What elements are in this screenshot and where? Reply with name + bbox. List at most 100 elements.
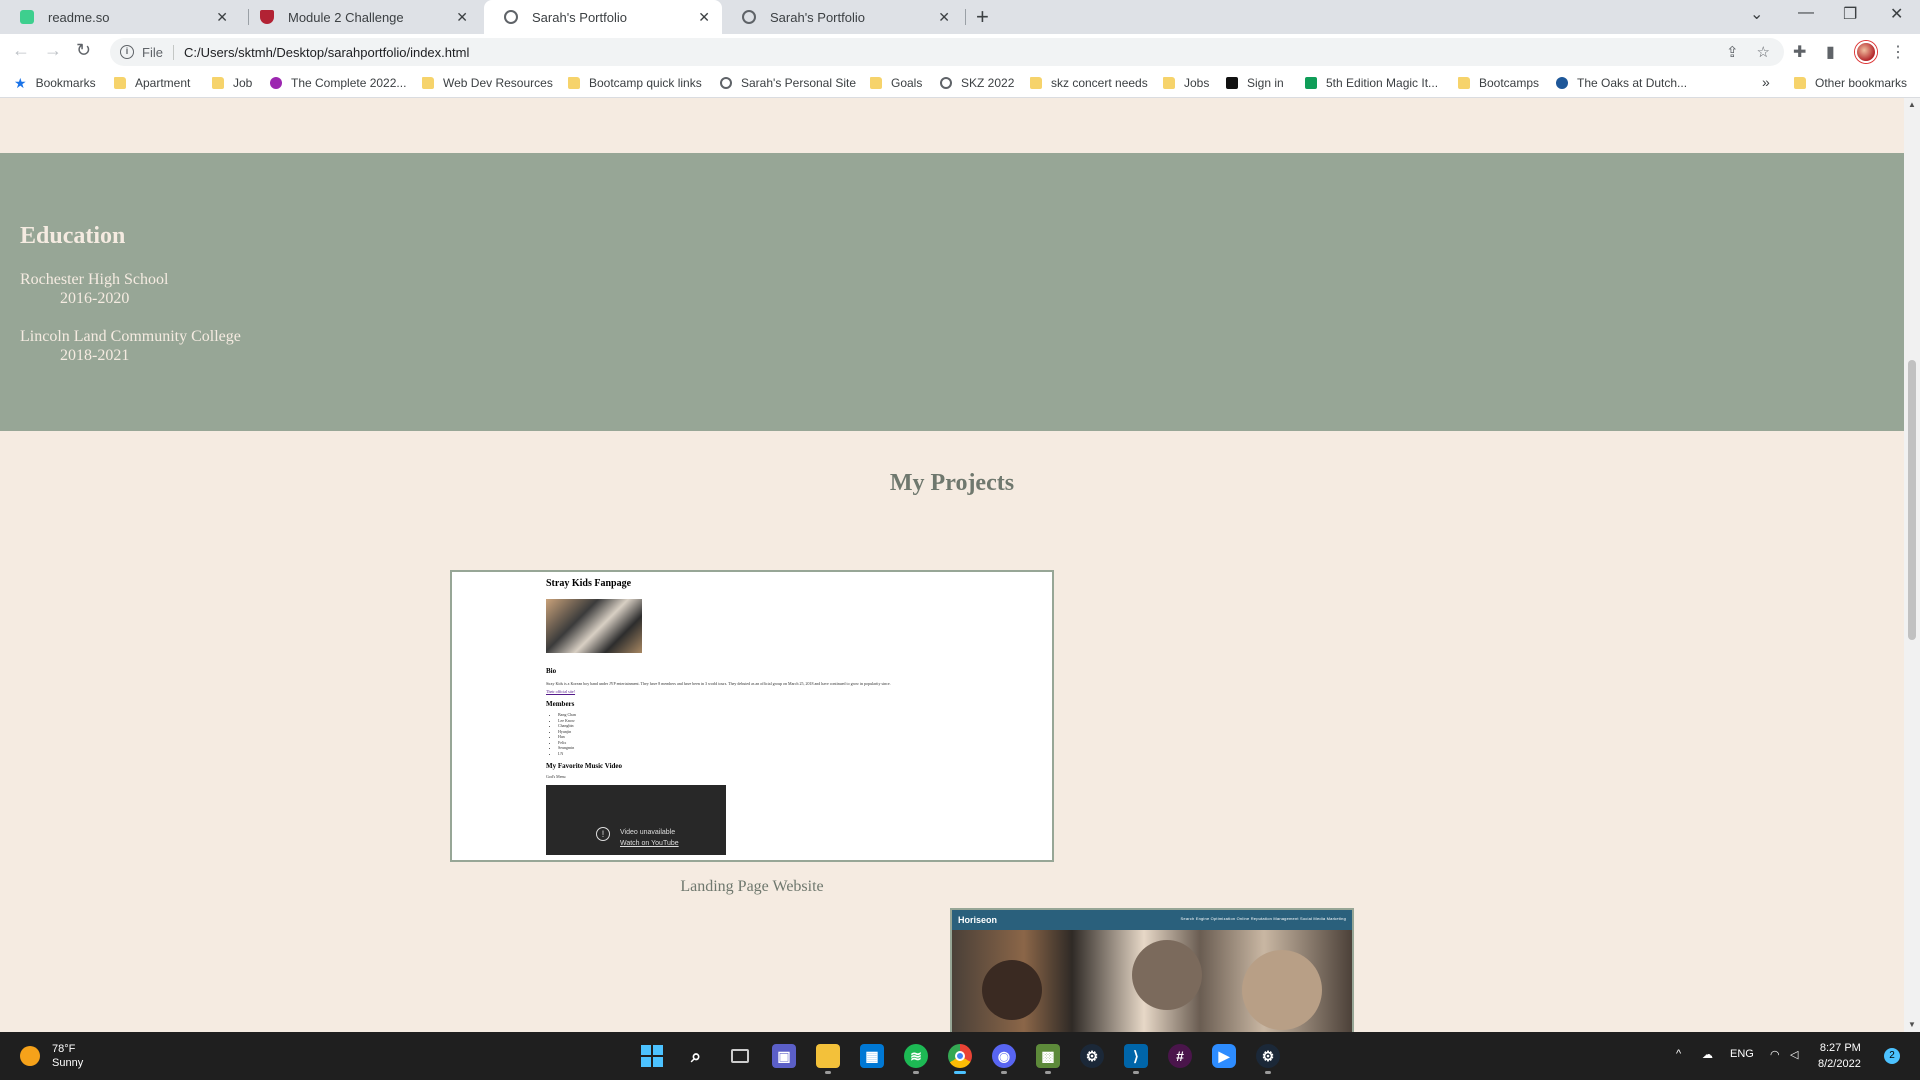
folder-icon <box>1794 77 1806 89</box>
bookmark-bootcamps[interactable]: Bootcamps <box>1458 76 1539 90</box>
folder-icon <box>568 77 580 89</box>
bookmark-other-bookmarks[interactable]: Other bookmarks <box>1794 76 1907 90</box>
search-icon[interactable]: ⌕ <box>684 1044 708 1068</box>
purple-circle-icon <box>270 77 282 89</box>
wifi-icon[interactable]: ◠ <box>1770 1048 1780 1061</box>
microsoft-store-icon[interactable]: ▦ <box>860 1044 884 1068</box>
bookmark-apartment[interactable]: Apartment <box>114 76 190 90</box>
minimize-button[interactable]: — <box>1798 4 1814 22</box>
bookmark-personal-site[interactable]: Sarah's Personal Site <box>720 76 856 90</box>
hero-person <box>1242 950 1322 1030</box>
education-section: Education Rochester High School 2016-202… <box>0 153 1904 431</box>
weather-widget[interactable]: 78°F Sunny <box>20 1042 83 1070</box>
close-icon[interactable]: ✕ <box>216 9 228 26</box>
notification-badge[interactable]: 2 <box>1884 1048 1900 1064</box>
horiseon-brand: Horiseon <box>958 915 998 925</box>
steam-icon[interactable]: ⚙ <box>1256 1044 1280 1074</box>
globe-icon <box>940 77 952 89</box>
page-viewport: Education Rochester High School 2016-202… <box>0 98 1904 1032</box>
school-entry: Rochester High School 2016-2020 <box>20 270 168 308</box>
embedded-video: ! Video unavailable Watch on YouTube <box>546 785 726 855</box>
tab-search-chevron-icon[interactable]: ⌄ <box>1750 4 1763 24</box>
close-icon[interactable]: ✕ <box>938 9 950 26</box>
extensions-puzzle-icon[interactable]: ✚ <box>1793 42 1806 62</box>
bookmark-goals[interactable]: Goals <box>870 76 922 90</box>
language-indicator[interactable]: ENG <box>1730 1048 1754 1060</box>
steam-icon[interactable]: ⚙ <box>1080 1044 1104 1068</box>
tab-title: Module 2 Challenge <box>288 9 404 25</box>
reload-icon[interactable]: ↻ <box>76 40 91 61</box>
bookmark-skz-2022[interactable]: SKZ 2022 <box>940 76 1014 90</box>
info-icon[interactable]: i <box>120 45 134 59</box>
fanpage-preview: Stray Kids Fanpage Bio Stray Kids is a K… <box>546 578 986 855</box>
hero-person <box>1132 940 1202 1010</box>
discord-icon[interactable]: ◉ <box>992 1044 1016 1074</box>
scroll-up-arrow-icon[interactable]: ▲ <box>1908 100 1916 109</box>
more-menu-icon[interactable]: ⋮ <box>1890 42 1906 62</box>
tab-sarahs-portfolio[interactable]: Sarah's Portfolio ✕ <box>722 0 962 34</box>
restore-button[interactable]: ❐ <box>1843 4 1857 24</box>
start-windows-icon[interactable] <box>640 1044 664 1068</box>
tab-module-2-challenge[interactable]: Module 2 Challenge ✕ <box>240 0 480 34</box>
share-icon[interactable]: ⇪ <box>1726 43 1739 61</box>
watch-on-youtube-text: Watch on YouTube <box>620 840 679 847</box>
bookmarks-overflow-chevron-icon[interactable]: » <box>1762 74 1770 90</box>
file-explorer-icon[interactable] <box>816 1044 840 1074</box>
close-icon[interactable]: ✕ <box>456 9 468 26</box>
slack-icon[interactable]: # <box>1168 1044 1192 1068</box>
chrome-icon[interactable] <box>948 1044 972 1074</box>
vscode-icon[interactable]: ⟩ <box>1124 1044 1148 1074</box>
onedrive-icon[interactable]: ☁ <box>1702 1048 1713 1061</box>
bookmark-job[interactable]: Job <box>212 76 252 90</box>
bookmark-label: The Complete 2022... <box>291 76 407 90</box>
project-preview-stray-kids[interactable]: Stray Kids Fanpage Bio Stray Kids is a K… <box>450 570 1054 862</box>
bookmark-web-dev-resources[interactable]: Web Dev Resources <box>422 76 553 90</box>
project-preview-horiseon[interactable]: Horiseon Search Engine Optimization Onli… <box>950 908 1354 1032</box>
profile-avatar[interactable] <box>1855 41 1877 63</box>
system-clock[interactable]: 8:27 PM 8/2/2022 <box>1818 1040 1861 1072</box>
task-view-icon[interactable] <box>728 1044 752 1068</box>
folder-icon <box>114 77 126 89</box>
tab-readme[interactable]: readme.so ✕ <box>0 0 240 34</box>
readme-favicon-icon <box>20 10 34 24</box>
preview-bio-heading: Bio <box>546 667 557 675</box>
back-arrow-icon[interactable]: ← <box>12 40 30 61</box>
folder-icon <box>1163 77 1175 89</box>
scroll-down-arrow-icon[interactable]: ▼ <box>1908 1020 1916 1029</box>
spotify-icon[interactable]: ≋ <box>904 1044 928 1074</box>
zoom-icon[interactable]: ▶ <box>1212 1044 1236 1068</box>
school-years: 2018-2021 <box>60 347 130 364</box>
close-icon[interactable]: ✕ <box>698 9 710 26</box>
side-panel-icon[interactable]: ▮ <box>1826 42 1835 62</box>
bookmark-jobs[interactable]: Jobs <box>1163 76 1209 90</box>
bookmark-oaks-at-dutch[interactable]: The Oaks at Dutch... <box>1556 76 1687 90</box>
address-scheme: File <box>142 44 174 60</box>
address-bar[interactable]: i File C:/Users/sktmh/Desktop/sarahportf… <box>110 38 1784 66</box>
new-tab-button[interactable]: + <box>976 4 989 30</box>
bookmark-label: Goals <box>891 76 923 90</box>
bookmarks-bar: ★ Bookmarks Apartment Job The Complete 20… <box>0 70 1920 98</box>
minecraft-icon[interactable]: ▩ <box>1036 1044 1060 1074</box>
bookmark-sign-in[interactable]: Sign in <box>1226 76 1284 90</box>
bookmark-bookmarks[interactable]: ★ Bookmarks <box>14 76 96 90</box>
bookmark-bootcamp-quick-links[interactable]: Bootcamp quick links <box>568 76 702 90</box>
bookmark-star-icon[interactable]: ☆ <box>1757 43 1770 61</box>
horiseon-header: Horiseon Search Engine Optimization Onli… <box>952 910 1352 930</box>
horiseon-nav: Search Engine Optimization Online Reputa… <box>1180 916 1346 921</box>
page-scrollbar[interactable]: ▲ ▼ <box>1904 98 1920 1032</box>
scroll-thumb[interactable] <box>1908 360 1916 640</box>
tab-sarahs-portfolio-active[interactable]: Sarah's Portfolio ✕ <box>484 0 722 34</box>
volume-icon[interactable]: ◁ <box>1790 1048 1798 1061</box>
tray-chevron-up-icon[interactable]: ^ <box>1676 1048 1681 1060</box>
forward-arrow-icon[interactable]: → <box>44 40 62 61</box>
close-window-button[interactable]: ✕ <box>1890 4 1903 24</box>
preview-bio-text: Stray Kids is a Korean boy band under JY… <box>546 681 891 686</box>
bookmark-5th-edition-magic[interactable]: 5th Edition Magic It... <box>1305 76 1438 90</box>
bookmark-skz-concert-needs[interactable]: skz concert needs <box>1030 76 1148 90</box>
address-url[interactable]: C:/Users/sktmh/Desktop/sarahportfolio/in… <box>184 45 469 60</box>
globe-icon <box>720 77 732 89</box>
clock-time: 8:27 PM <box>1819 1042 1861 1054</box>
bookmark-complete-2022[interactable]: The Complete 2022... <box>270 76 406 90</box>
teams-chat-icon[interactable]: ▣ <box>772 1044 796 1068</box>
bookmark-label: Jobs <box>1184 76 1210 90</box>
